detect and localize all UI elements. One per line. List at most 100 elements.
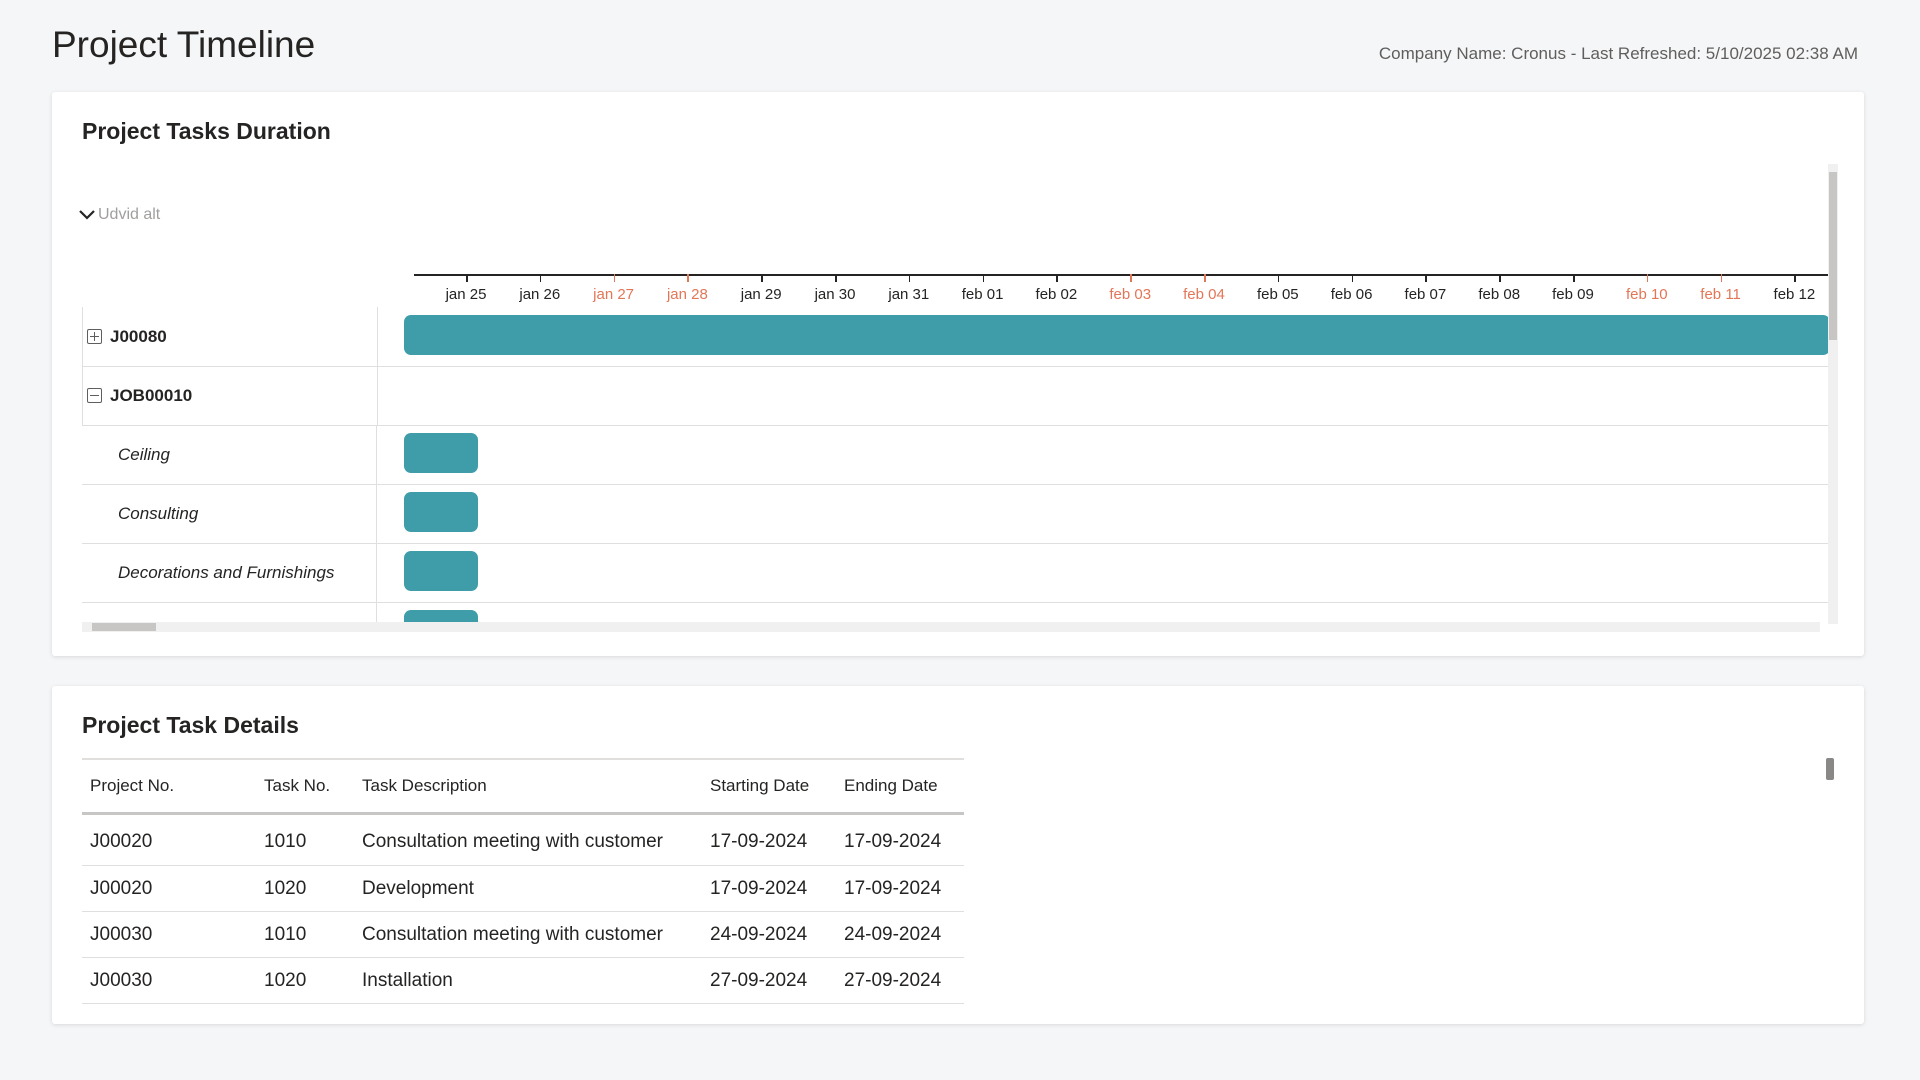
axis-line	[414, 274, 1828, 276]
axis-tick	[1351, 274, 1354, 282]
collapse-icon[interactable]	[87, 388, 102, 403]
table-cell: 1010	[256, 813, 354, 866]
gantt-task-row: Ceiling	[82, 425, 1830, 485]
axis-tick	[1277, 274, 1280, 282]
table-cell: 17-09-2024	[836, 865, 964, 912]
column-header[interactable]: Task Description	[354, 758, 702, 815]
scroll-thumb[interactable]	[92, 623, 156, 631]
task-duration-bar[interactable]	[404, 433, 478, 473]
table-cell: 17-09-2024	[702, 865, 836, 912]
task-label: Consulting	[118, 503, 199, 523]
axis-tick-label: feb 04	[1183, 286, 1225, 303]
gantt-rows: J00080 JOB00010 Ceiling Consulting Decoratio…	[82, 307, 1830, 632]
table-cell: 27-09-2024	[836, 957, 964, 1004]
gantt-chart: jan 25 jan 26 jan 27 jan 28 jan 29 jan 30 jan …	[82, 164, 1830, 632]
row-label-cell: JOB00010	[82, 366, 378, 425]
table-cell: J00030	[82, 911, 256, 958]
task-label: Decorations and Furnishings	[118, 562, 335, 582]
gantt-vertical-scrollbar[interactable]	[1828, 164, 1838, 624]
table-cell: 1010	[256, 911, 354, 958]
axis-tick-label: feb 12	[1773, 286, 1816, 303]
axis-tick	[466, 274, 468, 282]
row-label-cell: J00080	[82, 307, 378, 366]
task-duration-bar[interactable]	[404, 492, 478, 532]
axis-tick	[835, 274, 837, 282]
group-label: JOB00010	[110, 385, 193, 405]
axis-tick-label: jan 30	[814, 286, 856, 303]
axis-tick-label: jan 29	[740, 286, 782, 303]
axis-tick	[1499, 274, 1501, 282]
table-cell: 1020	[256, 957, 354, 1004]
table-cell: 27-09-2024	[702, 957, 836, 1004]
table-cell: Installation	[354, 957, 702, 1004]
table-row[interactable]: J00020 1010 Consultation meeting with cust…	[82, 813, 964, 866]
axis-tick	[1794, 274, 1796, 282]
task-duration-bar[interactable]	[404, 315, 1830, 355]
table-cell: 17-09-2024	[836, 813, 964, 866]
axis-tick-label: feb 05	[1256, 286, 1299, 303]
axis-tick	[539, 274, 542, 282]
axis-tick	[1573, 274, 1575, 282]
axis-tick-label: feb 02	[1035, 286, 1078, 303]
gantt-horizontal-scrollbar[interactable]	[82, 622, 1820, 632]
gantt-group-row: JOB00010	[82, 366, 1830, 426]
task-details-table: Project No. Task No. Task Description Start…	[82, 758, 964, 1004]
column-header[interactable]: Starting Date	[702, 758, 836, 815]
column-header[interactable]: Project No.	[82, 758, 256, 815]
axis-tick-label: jan 26	[519, 286, 561, 303]
axis-tick	[1204, 274, 1206, 282]
gantt-group-row: J00080	[82, 307, 1830, 367]
table-row[interactable]: J00030 1010 Consultation meeting with cust…	[82, 911, 964, 958]
task-label: Ceiling	[118, 444, 170, 464]
axis-tick	[1425, 274, 1427, 282]
axis-tick-label: feb 07	[1404, 286, 1447, 303]
refresh-info: Company Name: Cronus - Last Refreshed: 5…	[1378, 44, 1858, 63]
table-row[interactable]: J00030 1020 Installation 27-09-2024 27-09-20…	[82, 957, 964, 1004]
details-card: Project Task Details Project No. Task No.…	[52, 686, 1864, 1024]
table-cell: Consultation meeting with customer	[354, 813, 702, 866]
axis-tick-label: feb 10	[1625, 286, 1668, 303]
table-cell: 24-09-2024	[836, 911, 964, 958]
table-row[interactable]: J00020 1020 Development 17-09-2024 17-09-202…	[82, 865, 964, 912]
details-title: Project Task Details	[82, 712, 299, 738]
axis-tick-label: jan 28	[666, 286, 708, 303]
axis-tick-label: feb 03	[1109, 286, 1152, 303]
axis-tick	[1720, 274, 1723, 282]
axis-tick-label: jan 25	[445, 286, 487, 303]
axis-tick	[1130, 274, 1132, 282]
row-label-cell: Ceiling	[118, 425, 377, 484]
column-header[interactable]: Ending Date	[836, 758, 964, 815]
expand-icon[interactable]	[87, 329, 102, 344]
table-cell: 1020	[256, 865, 354, 912]
axis-tick-label: feb 11	[1700, 286, 1741, 303]
table-cell: J00030	[82, 957, 256, 1004]
axis-tick	[761, 274, 763, 282]
axis-tick	[908, 274, 911, 282]
row-label-cell: Decorations and Furnishings	[118, 543, 377, 602]
axis-tick-label: feb 06	[1330, 286, 1373, 303]
axis-tick-label: feb 01	[961, 286, 1004, 303]
axis-tick-label: feb 08	[1478, 286, 1521, 303]
axis-tick	[687, 274, 689, 282]
gantt-title: Project Tasks Duration	[82, 118, 331, 144]
table-cell: 17-09-2024	[702, 813, 836, 866]
scroll-thumb[interactable]	[1829, 172, 1837, 340]
axis-tick	[1056, 274, 1058, 282]
axis-tick-label: jan 31	[888, 286, 930, 303]
axis-tick-label: feb 09	[1552, 286, 1594, 303]
table-cell: 24-09-2024	[702, 911, 836, 958]
task-duration-bar[interactable]	[404, 551, 478, 591]
gantt-card: Project Tasks Duration Udvid alt jan 25 j…	[52, 92, 1864, 656]
gantt-task-row: Decorations and Furnishings	[82, 543, 1830, 603]
page-title: Project Timeline	[52, 24, 316, 65]
axis-tick	[982, 274, 985, 282]
table-cell: Consultation meeting with customer	[354, 911, 702, 958]
axis-tick	[613, 274, 616, 282]
table-scroll-thumb[interactable]	[1826, 758, 1834, 780]
gantt-task-row: Consulting	[82, 484, 1830, 544]
table-cell: J00020	[82, 865, 256, 912]
table-cell: J00020	[82, 813, 256, 866]
row-label-cell: Consulting	[118, 484, 377, 543]
column-header[interactable]: Task No.	[256, 758, 354, 815]
table-header-row: Project No. Task No. Task Description Start…	[82, 758, 964, 815]
